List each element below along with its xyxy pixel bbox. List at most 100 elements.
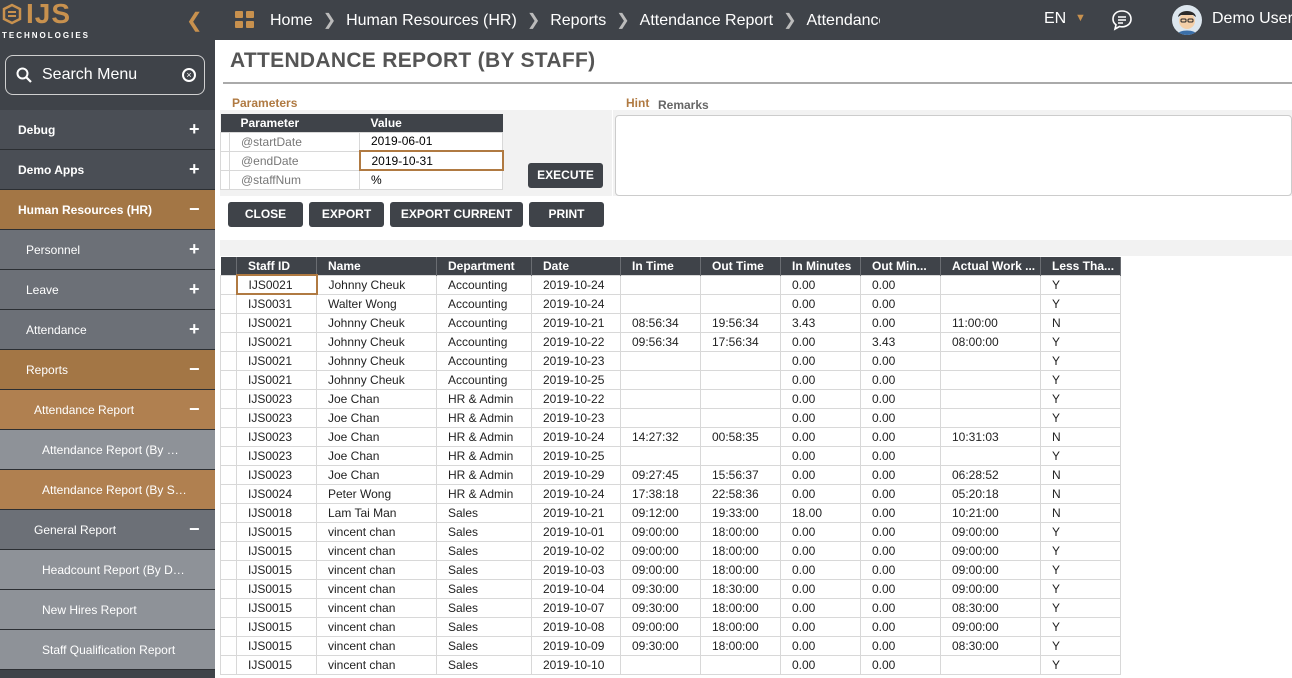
- sidebar-item-leave[interactable]: Leave +: [0, 270, 215, 310]
- table-cell[interactable]: Joe Chan: [316, 407, 437, 428]
- table-cell[interactable]: Y: [1040, 331, 1121, 352]
- table-cell[interactable]: 0.00: [780, 616, 861, 637]
- table-cell[interactable]: [700, 407, 781, 428]
- table-cell[interactable]: 2019-10-01: [531, 521, 621, 542]
- table-cell[interactable]: 0.00: [860, 540, 941, 561]
- sidebar-item-attendance-report-by-department[interactable]: Attendance Report (By Department): [0, 430, 215, 470]
- table-cell[interactable]: 00:58:35: [700, 426, 781, 447]
- table-cell[interactable]: 22:58:36: [700, 483, 781, 504]
- table-cell[interactable]: 0.00: [780, 635, 861, 656]
- table-cell[interactable]: 0.00: [780, 654, 861, 675]
- table-cell[interactable]: IJS0024: [236, 483, 317, 504]
- table-row[interactable]: IJS0015 vincent chan Sales 2019-10-02 09:00:…: [220, 540, 1121, 561]
- table-cell[interactable]: 3.43: [780, 312, 861, 333]
- table-row[interactable]: IJS0021 Johnny Cheuk Accounting 2019-10-22 0…: [220, 331, 1121, 352]
- table-cell[interactable]: HR & Admin: [436, 483, 532, 504]
- table-cell[interactable]: 18:00:00: [700, 616, 781, 637]
- search-menu-input[interactable]: Search Menu ×: [5, 55, 205, 95]
- param-value-end-date[interactable]: 2019-10-31: [358, 150, 504, 171]
- table-cell[interactable]: [940, 369, 1041, 390]
- row-selector[interactable]: [220, 388, 237, 409]
- table-cell[interactable]: 0.00: [780, 521, 861, 542]
- table-cell[interactable]: 0.00: [780, 331, 861, 352]
- row-selector[interactable]: [220, 426, 237, 447]
- table-cell[interactable]: Peter Wong: [316, 483, 437, 504]
- table-cell[interactable]: 0.00: [780, 540, 861, 561]
- table-row[interactable]: IJS0015 vincent chan Sales 2019-10-09 09:30:…: [220, 635, 1121, 656]
- sidebar-item-debug[interactable]: Debug +: [0, 110, 215, 150]
- table-cell[interactable]: IJS0015: [236, 616, 317, 637]
- row-selector[interactable]: [220, 464, 237, 485]
- table-cell[interactable]: 0.00: [860, 521, 941, 542]
- sidebar-item-demo-apps[interactable]: Demo Apps +: [0, 150, 215, 190]
- table-cell[interactable]: [700, 293, 781, 314]
- table-cell[interactable]: 15:56:37: [700, 464, 781, 485]
- row-selector[interactable]: [220, 350, 237, 371]
- table-cell[interactable]: Y: [1040, 654, 1121, 675]
- table-cell[interactable]: HR & Admin: [436, 407, 532, 428]
- table-cell[interactable]: Johnny Cheuk: [316, 312, 437, 333]
- table-cell[interactable]: 0.00: [780, 483, 861, 504]
- table-cell[interactable]: 0.00: [860, 483, 941, 504]
- table-cell[interactable]: vincent chan: [316, 635, 437, 656]
- table-cell[interactable]: Johnny Cheuk: [316, 331, 437, 352]
- table-cell[interactable]: Y: [1040, 521, 1121, 542]
- clear-search-icon[interactable]: ×: [182, 68, 196, 82]
- table-cell[interactable]: N: [1040, 483, 1121, 504]
- table-cell[interactable]: 08:30:00: [940, 597, 1041, 618]
- table-row[interactable]: IJS0023 Joe Chan HR & Admin 2019-10-24 14:27…: [220, 426, 1121, 447]
- row-selector[interactable]: [220, 369, 237, 390]
- table-cell[interactable]: Accounting: [436, 369, 532, 390]
- table-cell[interactable]: 2019-10-23: [531, 407, 621, 428]
- sidebar-item-staff-qualification-report[interactable]: Staff Qualification Report: [0, 630, 215, 670]
- table-cell[interactable]: IJS0023: [236, 426, 317, 447]
- table-cell[interactable]: 0.00: [860, 426, 941, 447]
- table-cell[interactable]: Joe Chan: [316, 388, 437, 409]
- table-cell[interactable]: IJS0023: [236, 464, 317, 485]
- table-cell[interactable]: [940, 445, 1041, 466]
- table-cell[interactable]: IJS0021: [236, 350, 317, 371]
- row-selector[interactable]: [220, 445, 237, 466]
- grid-column-header[interactable]: Name: [316, 257, 437, 275]
- expand-icon[interactable]: +: [189, 119, 200, 140]
- avatar[interactable]: [1172, 5, 1202, 35]
- table-cell[interactable]: [700, 445, 781, 466]
- table-cell[interactable]: 0.00: [780, 407, 861, 428]
- table-cell[interactable]: 0.00: [780, 369, 861, 390]
- sidebar-item-general-report[interactable]: General Report −: [0, 510, 215, 550]
- table-cell[interactable]: 09:00:00: [620, 559, 701, 580]
- table-cell[interactable]: Sales: [436, 521, 532, 542]
- sidebar-item-personnel[interactable]: Personnel +: [0, 230, 215, 270]
- table-cell[interactable]: 0.00: [780, 350, 861, 371]
- table-cell[interactable]: 3.43: [860, 331, 941, 352]
- breadcrumb-attendance-report[interactable]: Attendance Report: [640, 12, 773, 29]
- table-cell[interactable]: 18:00:00: [700, 540, 781, 561]
- table-cell[interactable]: IJS0015: [236, 597, 317, 618]
- table-cell[interactable]: 0.00: [860, 388, 941, 409]
- row-selector[interactable]: [220, 150, 230, 171]
- tab-hint[interactable]: Hint: [626, 96, 649, 110]
- table-cell[interactable]: 0.00: [860, 312, 941, 333]
- table-row[interactable]: IJS0023 Joe Chan HR & Admin 2019-10-23 0.00 0…: [220, 407, 1121, 428]
- table-cell[interactable]: Y: [1040, 578, 1121, 599]
- row-selector[interactable]: [220, 654, 237, 675]
- company-logo[interactable]: IJS TECHNOLOGIES: [0, 0, 215, 40]
- table-cell[interactable]: 0.00: [780, 559, 861, 580]
- table-row[interactable]: IJS0031 Walter Wong Accounting 2019-10-24 0.…: [220, 293, 1121, 314]
- table-cell[interactable]: [940, 293, 1041, 314]
- table-cell[interactable]: 2019-10-24: [531, 274, 621, 295]
- table-cell[interactable]: 19:56:34: [700, 312, 781, 333]
- table-cell[interactable]: 2019-10-08: [531, 616, 621, 637]
- table-cell[interactable]: 19:33:00: [700, 502, 781, 523]
- table-cell[interactable]: 0.00: [780, 578, 861, 599]
- table-cell[interactable]: 14:27:32: [620, 426, 701, 447]
- table-cell[interactable]: N: [1040, 312, 1121, 333]
- table-cell[interactable]: 0.00: [780, 597, 861, 618]
- grid-column-header[interactable]: Actual Work ...: [940, 257, 1041, 275]
- table-cell[interactable]: [620, 407, 701, 428]
- table-cell[interactable]: 0.00: [860, 350, 941, 371]
- table-cell[interactable]: 2019-10-22: [531, 331, 621, 352]
- table-cell[interactable]: 0.00: [860, 464, 941, 485]
- sidebar-item-attendance-report[interactable]: Attendance Report −: [0, 390, 215, 430]
- table-cell[interactable]: [700, 388, 781, 409]
